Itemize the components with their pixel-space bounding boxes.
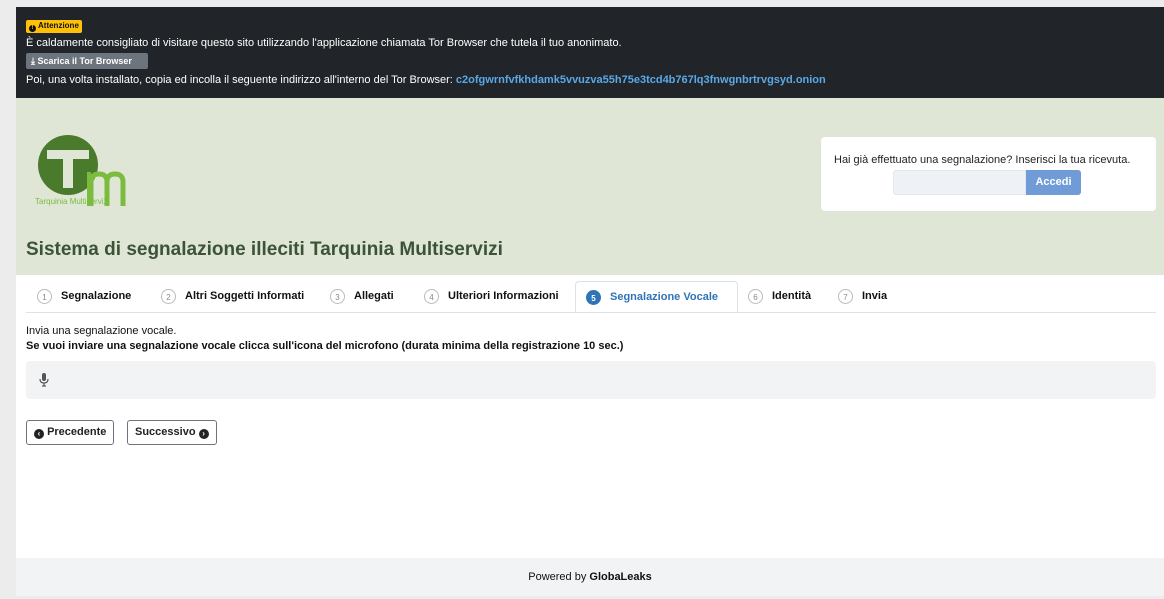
tab-label: Invia xyxy=(862,290,888,302)
arrow-left-icon: ‹ xyxy=(34,429,44,439)
step-number: 5 xyxy=(586,289,601,305)
tab-identita[interactable]: 6 Identità xyxy=(748,281,811,312)
next-button[interactable]: Successivo › xyxy=(127,420,217,445)
receipt-prompt: Hai già effettuato una segnalazione? Ins… xyxy=(834,154,1131,166)
previous-label: Precedente xyxy=(47,426,107,438)
voice-recorder xyxy=(26,361,1156,399)
download-tor-button[interactable]: ⤓ Scarica il Tor Browser xyxy=(26,53,148,69)
arrow-right-icon: › xyxy=(198,429,209,439)
tor-instruction-text: Poi, una volta installato, copia ed inco… xyxy=(26,74,453,86)
tab-segnalazione[interactable]: 1 Segnalazione xyxy=(37,281,131,312)
step-number: 1 xyxy=(37,288,52,304)
tor-banner: ! Attenzione È caldamente consigliato di … xyxy=(16,7,1164,98)
step-number: 4 xyxy=(424,288,439,304)
microphone-icon[interactable] xyxy=(39,373,49,387)
login-button[interactable]: Accedi xyxy=(1026,170,1081,195)
page: ! Attenzione È caldamente consigliato di … xyxy=(16,7,1164,596)
tab-segnalazione-vocale[interactable]: 5 Segnalazione Vocale xyxy=(575,281,738,312)
tab-label: Ulteriori Informazioni xyxy=(448,290,559,302)
step-instruction: Se vuoi inviare una segnalazione vocale … xyxy=(26,340,624,352)
download-tor-label: Scarica il Tor Browser xyxy=(37,56,132,66)
info-icon: ! xyxy=(29,25,36,32)
next-label: Successivo xyxy=(135,426,196,438)
step-number: 7 xyxy=(838,288,853,304)
step-description: Invia una segnalazione vocale. xyxy=(26,325,177,337)
site-header: Tarquinia Multiservizi Sistema di segnal… xyxy=(16,98,1164,275)
receipt-input[interactable] xyxy=(893,170,1026,195)
logo-caption: Tarquinia Multiservizi xyxy=(35,197,110,206)
previous-button[interactable]: ‹ Precedente xyxy=(26,420,115,445)
footer: Powered by GlobaLeaks xyxy=(16,558,1164,596)
attention-badge-label: Attenzione xyxy=(38,21,79,30)
onion-address-link[interactable]: c2ofgwrnfvfkhdamk5vvuzva55h75e3tcd4b767l… xyxy=(456,74,826,86)
step-tabs: 1 Segnalazione 2 Altri Soggetti Informati … xyxy=(26,281,1156,313)
tab-label: Altri Soggetti Informati xyxy=(185,290,305,302)
tor-message: È caldamente consigliato di visitare que… xyxy=(26,37,622,49)
footer-prefix: Powered by xyxy=(528,571,587,583)
receipt-login-box: Hai già effettuato una segnalazione? Ins… xyxy=(821,137,1156,211)
tab-altri-soggetti-informati[interactable]: 2 Altri Soggetti Informati xyxy=(161,281,304,312)
tab-ulteriori-informazioni[interactable]: 4 Ulteriori Informazioni xyxy=(424,281,559,312)
step-number: 3 xyxy=(330,288,345,304)
tab-allegati[interactable]: 3 Allegati xyxy=(330,281,394,312)
page-title: Sistema di segnalazione illeciti Tarquin… xyxy=(26,239,503,260)
download-icon: ⤓ xyxy=(31,56,35,66)
step-number: 2 xyxy=(161,288,176,304)
tab-invia[interactable]: 7 Invia xyxy=(838,281,887,312)
attention-badge: ! Attenzione xyxy=(26,20,82,33)
tab-label: Identità xyxy=(772,290,812,302)
tab-label: Segnalazione xyxy=(61,290,132,302)
tab-label: Segnalazione Vocale xyxy=(610,291,719,303)
step-number: 6 xyxy=(748,288,763,304)
tab-label: Allegati xyxy=(354,290,394,302)
tor-instruction: Poi, una volta installato, copia ed inco… xyxy=(26,74,826,86)
globaleaks-link[interactable]: GlobaLeaks xyxy=(589,571,651,583)
